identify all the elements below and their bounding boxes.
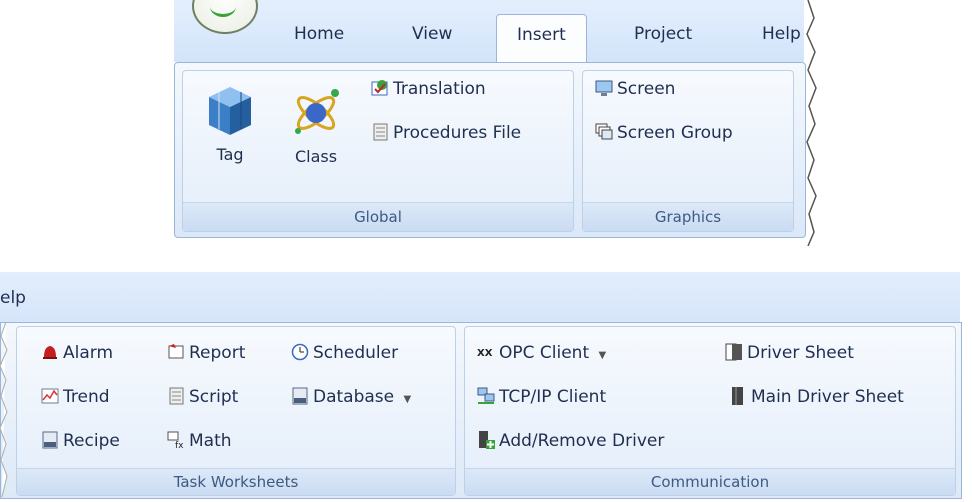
main-driver-sheet-label: Main Driver Sheet — [751, 387, 904, 407]
orb-logo-icon — [210, 0, 236, 17]
recipe-button[interactable]: Recipe — [41, 431, 120, 451]
alarm-button[interactable]: Alarm — [41, 343, 113, 363]
class-label: Class — [294, 147, 338, 166]
group-communication: XX OPC Client ▼ TCP/IP Client Add/Remove… — [464, 326, 956, 496]
torn-edge-right — [806, 0, 817, 246]
math-button[interactable]: fx Math — [167, 431, 232, 451]
translation-label: Translation — [393, 79, 486, 99]
tag-label: Tag — [216, 145, 244, 164]
script-label: Script — [189, 387, 239, 407]
opc-client-label: OPC Client — [499, 343, 590, 363]
driver-sheet-button[interactable]: Driver Sheet — [725, 343, 854, 363]
tag-button[interactable]: Tag — [201, 83, 259, 164]
database-button[interactable]: Database ▼ — [291, 387, 411, 407]
screen-group-icon — [595, 123, 613, 140]
torn-edge-left — [0, 322, 8, 497]
screen-button[interactable]: Screen — [595, 79, 675, 99]
driver-sheet-label: Driver Sheet — [747, 343, 854, 363]
alarm-bell-icon — [43, 346, 57, 359]
group-label-global: Global — [183, 202, 573, 231]
driver-sheet-icon — [725, 343, 742, 361]
procedures-file-icon — [373, 123, 388, 141]
trend-button[interactable]: Trend — [41, 387, 110, 407]
trend-chart-icon — [41, 388, 59, 404]
group-global: Tag Class Translation Procedures File Gl… — [182, 70, 574, 232]
tcpip-client-button[interactable]: TCP/IP Client — [477, 387, 606, 407]
insert-ribbon-top: Home View Insert Project Help Tag Class … — [174, 0, 817, 246]
add-remove-driver-icon — [479, 431, 495, 449]
alarm-label: Alarm — [63, 343, 114, 363]
tab-insert[interactable]: Insert — [496, 14, 587, 62]
report-button[interactable]: Report — [167, 343, 245, 363]
ribbon-tab-bar: Home View Insert Project Help — [174, 0, 804, 62]
translation-button[interactable]: Translation — [371, 79, 486, 99]
database-dropdown-arrow-icon[interactable]: ▼ — [404, 394, 412, 405]
tcpip-client-label: TCP/IP Client — [499, 387, 607, 407]
group-label-graphics: Graphics — [583, 202, 793, 231]
screen-group-label: Screen Group — [617, 123, 733, 143]
procedures-file-label: Procedures File — [393, 123, 522, 143]
svg-text:fx: fx — [175, 441, 184, 449]
add-remove-driver-button[interactable]: Add/Remove Driver — [477, 431, 664, 451]
scheduler-clock-icon — [291, 343, 309, 361]
scheduler-label: Scheduler — [313, 343, 399, 363]
main-driver-sheet-button[interactable]: Main Driver Sheet — [729, 387, 904, 407]
class-button[interactable]: Class — [287, 81, 345, 166]
tab-help[interactable]: Help — [762, 24, 801, 44]
tab-project[interactable]: Project — [634, 24, 692, 44]
math-icon: fx — [167, 431, 184, 449]
add-remove-driver-label: Add/Remove Driver — [499, 431, 665, 451]
report-label: Report — [189, 343, 246, 363]
screen-label: Screen — [617, 79, 676, 99]
opc-client-icon: XX — [477, 348, 493, 359]
translation-icon — [371, 80, 388, 96]
group-graphics: Screen Screen Group Graphics — [582, 70, 794, 232]
tcpip-network-icon — [477, 387, 495, 404]
report-icon — [168, 344, 184, 359]
opc-client-dropdown-arrow-icon[interactable]: ▼ — [599, 350, 607, 361]
tab-help-partial[interactable]: elp — [0, 288, 26, 308]
tab-view[interactable]: View — [412, 24, 452, 44]
main-driver-sheet-icon — [732, 387, 743, 405]
database-label: Database — [313, 387, 395, 407]
procedures-file-button[interactable]: Procedures File — [371, 123, 521, 143]
atom-class-icon — [295, 89, 339, 134]
insert-ribbon-bottom: elp Alarm Trend Recipe Report Script fx … — [0, 272, 972, 502]
database-sql-icon — [292, 387, 308, 405]
tag-cube-icon — [209, 87, 251, 135]
screen-group-button[interactable]: Screen Group — [595, 123, 733, 143]
script-icon — [169, 387, 184, 405]
math-label: Math — [189, 431, 232, 451]
script-button[interactable]: Script — [167, 387, 238, 407]
ribbon-tab-bar-bottom: elp — [0, 272, 960, 322]
screen-monitor-icon — [595, 80, 613, 96]
tab-home[interactable]: Home — [294, 24, 344, 44]
group-task-worksheets: Alarm Trend Recipe Report Script fx Math… — [16, 326, 456, 496]
svg-text:XX: XX — [477, 348, 493, 359]
opc-client-button[interactable]: XX OPC Client ▼ — [477, 343, 606, 363]
trend-label: Trend — [63, 387, 110, 407]
application-orb-button[interactable] — [192, 0, 258, 34]
group-label-task-worksheets: Task Worksheets — [17, 468, 455, 495]
group-label-communication: Communication — [465, 468, 955, 495]
recipe-xml-icon — [42, 431, 58, 449]
scheduler-button[interactable]: Scheduler — [291, 343, 398, 363]
recipe-label: Recipe — [63, 431, 120, 451]
